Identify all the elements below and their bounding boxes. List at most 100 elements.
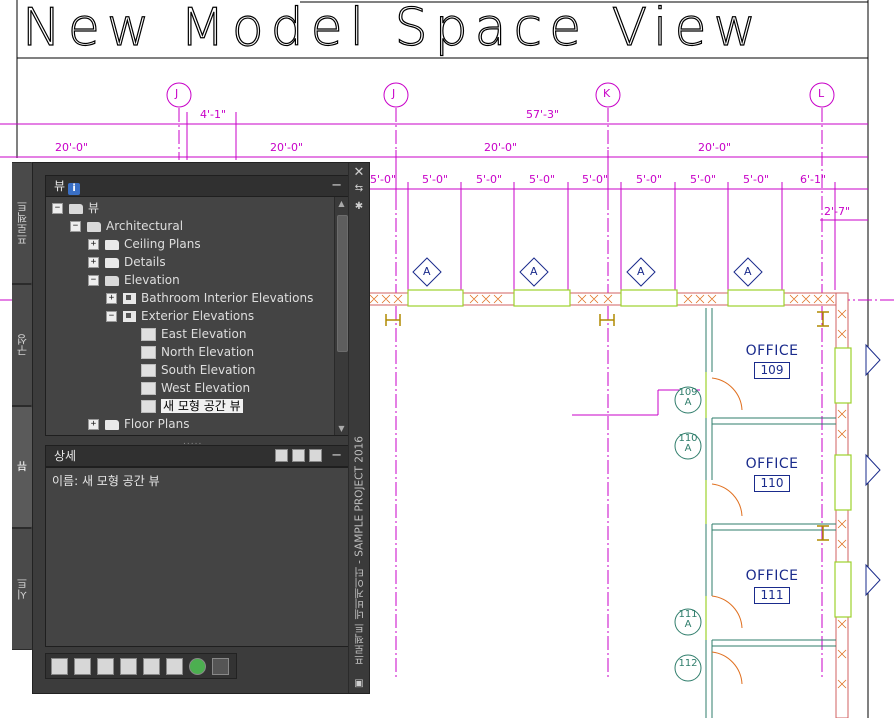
- door-tag: 112: [678, 658, 698, 669]
- settings-icon[interactable]: [309, 449, 322, 462]
- room-tag: OFFICE 110: [736, 456, 808, 492]
- palette-title: 프로젝트 네비게이터 - SAMPLE PROJECT 2016: [353, 436, 366, 665]
- details-toolbar: [271, 449, 322, 469]
- edit-icon[interactable]: [143, 658, 160, 675]
- open-icon[interactable]: [120, 658, 137, 675]
- tree-node[interactable]: + Bathroom Interior Elevations: [106, 289, 313, 307]
- views-tree[interactable]: − 뷰 − Architectural + Ceiling Plans + Detail…: [45, 196, 349, 436]
- room-number: 110: [753, 475, 791, 492]
- palette-menu-icon[interactable]: ▣: [351, 678, 367, 689]
- dimension-label: 5'-0": [422, 173, 449, 186]
- scroll-down-icon[interactable]: ▼: [335, 424, 348, 433]
- collapse-toggle-icon[interactable]: −: [88, 275, 99, 286]
- dimension-label: 4'-1": [200, 108, 227, 121]
- door-tag: 111 A: [678, 609, 698, 630]
- room-name: OFFICE: [745, 568, 799, 584]
- tree-node[interactable]: − 뷰: [52, 199, 99, 217]
- dimension-label: 20'-0": [484, 141, 518, 154]
- tree-node[interactable]: East Elevation: [141, 325, 246, 343]
- view-icon: [141, 364, 156, 377]
- grid-bubble-label: J: [392, 87, 396, 100]
- folder-icon: [105, 239, 119, 250]
- grid-bubble-label: K: [603, 87, 611, 100]
- tree-node[interactable]: − Elevation: [88, 271, 180, 289]
- palette-side-tabs: 프로젝트 구성 뷰 시트: [12, 162, 35, 650]
- palette-title-strip[interactable]: ✕ ⇆ ✱ 프로젝트 네비게이터 - SAMPLE PROJECT 2016 ▣: [348, 163, 369, 693]
- list-icon[interactable]: [292, 449, 305, 462]
- project-navigator-palette[interactable]: 프로젝트 구성 뷰 시트 뷰i − − 뷰 − Architectural + Cei…: [12, 162, 370, 694]
- expand-toggle-icon[interactable]: +: [106, 293, 117, 304]
- camera-icon[interactable]: [97, 658, 114, 675]
- tree-node-label: Exterior Elevations: [141, 309, 255, 323]
- room-name: OFFICE: [745, 456, 799, 472]
- folder-open-icon: [105, 275, 119, 286]
- window-tag: A: [423, 265, 431, 278]
- elevation-view-icon: [123, 311, 136, 322]
- collapse-toggle-icon[interactable]: −: [106, 311, 117, 322]
- dimension-label: 5'-0": [370, 173, 397, 186]
- window-tag: A: [530, 265, 538, 278]
- dimension-label: 5'-0": [529, 173, 556, 186]
- details-section-title: 상세: [54, 449, 77, 463]
- dimension-label: 20'-0": [270, 141, 304, 154]
- collapse-views-button[interactable]: −: [331, 176, 342, 196]
- tree-node-label: 뷰: [88, 201, 100, 215]
- collapse-toggle-icon[interactable]: −: [52, 203, 63, 214]
- tree-node[interactable]: − Architectural: [70, 217, 183, 235]
- refresh-icon[interactable]: [189, 658, 206, 675]
- tree-node-label: Floor Plans: [124, 417, 190, 431]
- properties-icon[interactable]: [166, 658, 183, 675]
- dimension-label: 57'-3": [526, 108, 560, 121]
- collapse-toggle-icon[interactable]: −: [70, 221, 81, 232]
- grid-bubble-label: J: [175, 87, 179, 100]
- add-view-icon[interactable]: [74, 658, 91, 675]
- views-section-title: 뷰: [54, 179, 66, 193]
- dimension-label: 6'-1": [800, 173, 827, 186]
- properties-menu-icon[interactable]: ✱: [351, 201, 367, 212]
- preview-icon[interactable]: [275, 449, 288, 462]
- tree-node[interactable]: + Ceiling Plans: [88, 235, 201, 253]
- new-view-icon[interactable]: [51, 658, 68, 675]
- close-palette-button[interactable]: ✕: [351, 165, 367, 180]
- tree-node-label: Bathroom Interior Elevations: [141, 291, 314, 305]
- details-section-header: 상세 −: [45, 445, 349, 467]
- folder-open-icon: [69, 203, 83, 214]
- auto-hide-icon[interactable]: ⇆: [351, 183, 367, 194]
- tree-node-label: South Elevation: [161, 363, 256, 377]
- room-number: 109: [753, 362, 791, 379]
- room-tag: OFFICE 109: [736, 343, 808, 379]
- scroll-up-icon[interactable]: ▲: [335, 199, 348, 208]
- expand-toggle-icon[interactable]: +: [88, 257, 99, 268]
- palette-body: 뷰i − − 뷰 − Architectural + Ceiling Plans + D…: [32, 162, 370, 694]
- drawing-title: New Model Space View: [21, 0, 763, 59]
- expand-toggle-icon[interactable]: +: [88, 239, 99, 250]
- navigator-toolbar: [45, 653, 237, 679]
- tree-node[interactable]: West Elevation: [141, 379, 250, 397]
- info-icon[interactable]: i: [68, 183, 81, 195]
- repath-icon[interactable]: [212, 658, 229, 675]
- expand-toggle-icon[interactable]: +: [88, 419, 99, 430]
- tree-scrollbar[interactable]: ▲ ▼: [334, 197, 348, 435]
- room-name: OFFICE: [745, 343, 799, 359]
- tree-node-label: West Elevation: [161, 381, 251, 395]
- tree-node[interactable]: South Elevation: [141, 361, 255, 379]
- tree-node-label: Ceiling Plans: [124, 237, 201, 251]
- grid-bubble-label: L: [818, 87, 825, 100]
- dimension-label: 2'-7": [824, 205, 851, 218]
- name-row: 이름: 새 모형 공간 뷰: [52, 474, 160, 488]
- tree-node[interactable]: North Elevation: [141, 343, 254, 361]
- scrollbar-thumb[interactable]: [337, 215, 348, 352]
- details-panel: 이름: 새 모형 공간 뷰: [45, 467, 349, 647]
- dimension-label: 5'-0": [743, 173, 770, 186]
- tree-node-selected[interactable]: 새 모형 공간 뷰: [141, 397, 243, 415]
- collapse-details-button[interactable]: −: [331, 446, 342, 466]
- tree-node[interactable]: + Details: [88, 253, 166, 271]
- folder-icon: [105, 257, 119, 268]
- elevation-view-icon: [123, 293, 136, 304]
- view-icon: [141, 382, 156, 395]
- tree-node[interactable]: − Exterior Elevations: [106, 307, 254, 325]
- window-tag: A: [744, 265, 752, 278]
- room-number: 111: [753, 587, 791, 604]
- view-icon: [141, 346, 156, 359]
- tree-node[interactable]: + Floor Plans: [88, 415, 189, 433]
